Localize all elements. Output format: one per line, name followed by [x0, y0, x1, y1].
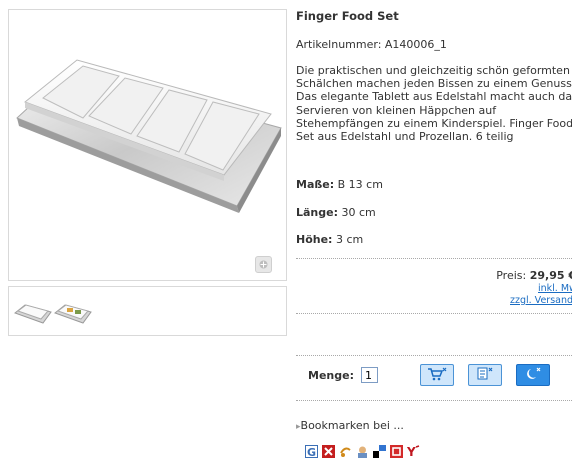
- note-icon: [475, 367, 495, 384]
- price-value: 29,95 €: [529, 269, 572, 282]
- svg-text:G: G: [307, 446, 316, 457]
- spec-dimensions: Maße: B 13 cm: [296, 178, 383, 191]
- delicious-icon[interactable]: [373, 445, 386, 458]
- product-main-image[interactable]: [8, 9, 287, 281]
- compare-button[interactable]: [516, 364, 550, 386]
- thumbnail-1[interactable]: [13, 293, 53, 329]
- bookmark-label: Bookmarken bei ...: [300, 419, 404, 432]
- thumbnail-2[interactable]: [53, 293, 93, 329]
- spec-length: Länge: 30 cm: [296, 206, 376, 219]
- divider: [296, 313, 572, 314]
- divider: [296, 400, 572, 401]
- spec-dimensions-value: B 13 cm: [337, 178, 383, 191]
- spec-height: Höhe: 3 cm: [296, 233, 363, 246]
- zoom-icon[interactable]: [255, 256, 272, 273]
- price-label: Preis:: [496, 269, 527, 282]
- spec-length-value: 30 cm: [341, 206, 376, 219]
- cart-icon: [427, 367, 447, 384]
- google-bookmarks-icon[interactable]: G: [305, 445, 318, 459]
- quantity-label: Menge:: [308, 369, 354, 382]
- vat-link[interactable]: inkl. MwSt.: [538, 283, 572, 294]
- price-line: Preis: 29,95 €: [496, 269, 572, 282]
- spec-height-label: Höhe:: [296, 233, 333, 246]
- spec-dimensions-label: Maße:: [296, 178, 335, 191]
- divider: [296, 258, 572, 259]
- linkarena-icon[interactable]: [356, 445, 369, 458]
- divider: [296, 355, 572, 356]
- yahoo-icon[interactable]: Y: [406, 445, 420, 459]
- bookmark-heading: ▸Bookmarken bei ...: [296, 419, 404, 432]
- finger-food-set-image: [16, 59, 282, 213]
- yigg-icon[interactable]: [322, 445, 335, 458]
- svg-text:Y: Y: [407, 445, 416, 458]
- add-to-list-button[interactable]: [468, 364, 502, 386]
- shipping-link[interactable]: zzgl. Versand: [510, 295, 572, 306]
- quantity-input[interactable]: [361, 367, 378, 383]
- product-description: Die praktischen und gleichzeitig schön g…: [296, 64, 572, 144]
- webnews-icon[interactable]: [339, 445, 352, 458]
- moon-icon: [523, 367, 543, 384]
- mister-wong-icon[interactable]: [390, 445, 403, 458]
- article-number: Artikelnummer: A140006_1: [296, 38, 447, 51]
- product-title: Finger Food Set: [296, 9, 399, 23]
- spec-length-label: Länge:: [296, 206, 338, 219]
- thumbnail-strip: [8, 286, 287, 336]
- spec-height-value: 3 cm: [335, 233, 364, 246]
- add-to-cart-button[interactable]: [420, 364, 454, 386]
